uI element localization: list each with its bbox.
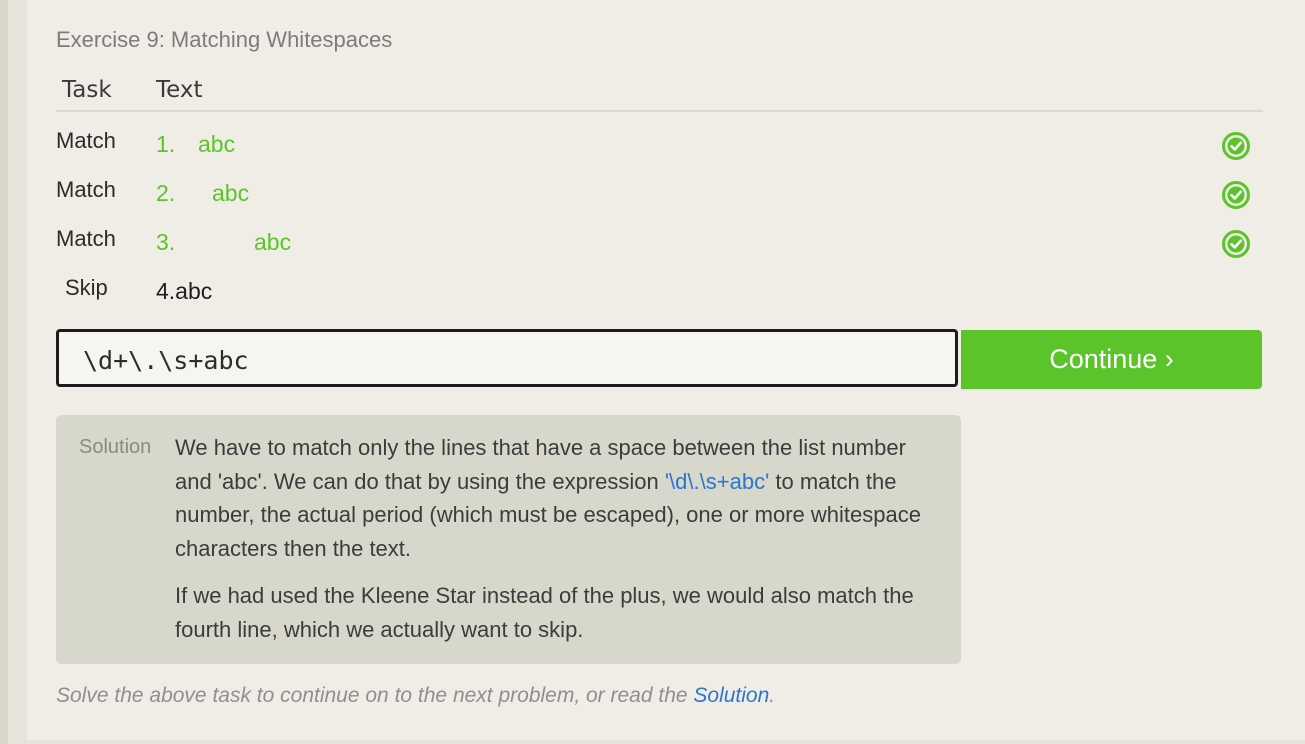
task-label: Match [56, 128, 116, 153]
check-circle-icon [1222, 132, 1250, 160]
header-divider [56, 110, 1263, 112]
footer-text: Solve the above task to continue on to t… [56, 684, 694, 707]
check-circle-icon [1222, 230, 1250, 258]
row-number: 1. [156, 131, 176, 157]
solution-panel: Solution We have to match only the lines… [56, 415, 961, 664]
row-text: abc [212, 180, 250, 206]
solution-code: '\d\.\s+abc' [664, 468, 770, 494]
solution-paragraph-2: If we had used the Kleene Star instead o… [175, 583, 914, 642]
regex-input-container [56, 329, 958, 387]
table-row: Match 2. abc [0, 177, 1305, 221]
row-text: abc [198, 131, 236, 157]
footer-end: . [769, 684, 776, 707]
solution-paragraph-1: We have to match only the lines that hav… [175, 431, 945, 565]
row-number: 3. [156, 229, 176, 255]
row-text: abc [254, 229, 292, 255]
table-row: Match 1. abc [0, 128, 1305, 172]
solution-label: Solution [79, 436, 152, 458]
regex-input[interactable] [83, 345, 943, 375]
table-row: Skip 4.abc [0, 275, 1305, 319]
check-circle-icon [1222, 181, 1250, 209]
row-number: 2. [156, 180, 176, 206]
exercise-title: Exercise 9: Matching Whitespaces [56, 27, 393, 52]
task-label: Match [56, 177, 116, 202]
task-label: Skip [65, 275, 108, 300]
left-rail [0, 0, 8, 744]
footer-hint: Solve the above task to continue on to t… [56, 684, 775, 708]
column-header-task: Task [62, 77, 112, 103]
continue-button[interactable]: Continue › [961, 330, 1262, 389]
task-label: Match [56, 226, 116, 251]
table-row: Match 3. abc [0, 226, 1305, 270]
solution-text: We have to match only the lines that hav… [175, 431, 945, 660]
solution-link[interactable]: Solution [693, 684, 769, 707]
column-header-text: Text [156, 77, 203, 103]
row-text: 4.abc [156, 278, 213, 304]
